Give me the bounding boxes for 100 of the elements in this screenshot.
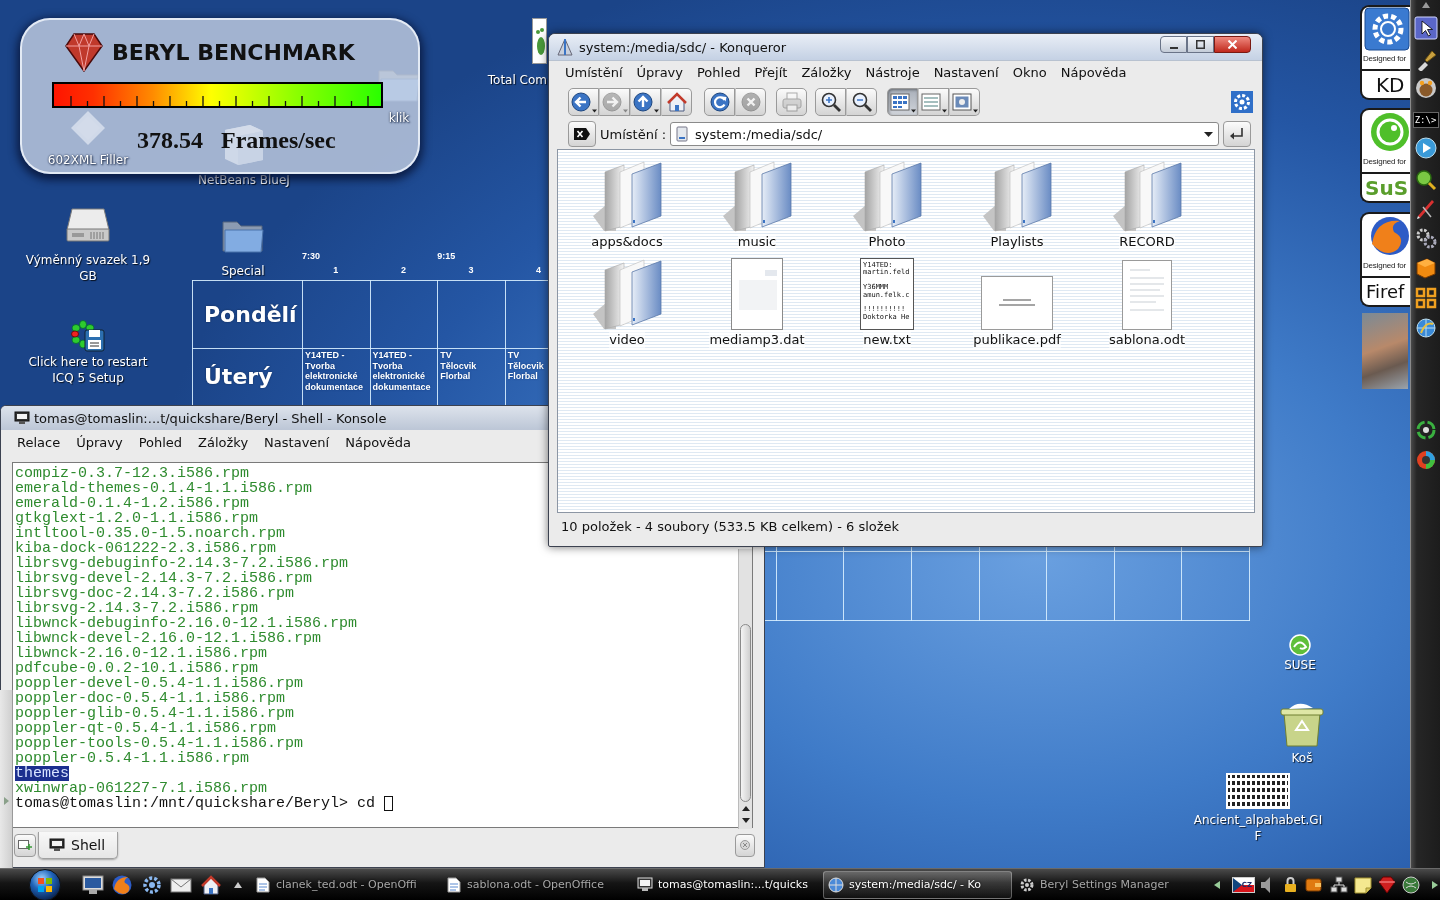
menu-item[interactable]: Relace [9,434,69,452]
menu-item[interactable]: Umístění [558,64,630,82]
menu-item[interactable]: Nástroje [858,64,927,82]
taskbar-button[interactable]: Beryl Settings Manager [1014,870,1203,899]
menu-item[interactable]: Nastavení [926,64,1006,82]
file-label[interactable]: Playlists [990,234,1044,250]
glyph-sheet-thumbnail[interactable] [1226,773,1290,809]
color-wheel-icon[interactable] [1414,449,1437,471]
session-tab[interactable]: Shell [38,831,119,859]
menu-item[interactable]: Okno [1005,64,1054,82]
up-arrow-icon[interactable] [234,881,242,888]
network-icon[interactable] [1330,875,1348,894]
dropdown-arrow-icon[interactable] [1204,131,1213,137]
panel-handle[interactable] [0,690,13,868]
scrollbar[interactable] [738,549,752,829]
taskbar-button[interactable]: sablona.odt - OpenOffice [441,870,630,899]
icon-label[interactable]: Koš [1291,750,1313,766]
zoom-in-button[interactable] [815,88,846,116]
menu-item[interactable]: Nápověda [1053,64,1134,82]
menu-item[interactable]: Přejít [747,64,795,82]
folder-icon[interactable] [592,160,662,232]
drive-icon[interactable] [66,208,110,242]
footprint-icon[interactable] [532,18,547,64]
icon-label[interactable]: Special [221,263,265,279]
pencil-icon[interactable] [1414,197,1437,219]
file-label[interactable]: apps&docs [591,234,663,250]
fox-globe-icon[interactable] [111,873,133,896]
menu-item[interactable]: Úpravy [68,434,131,452]
zoom-out-button[interactable] [846,88,877,116]
dashed-ring-icon[interactable] [1414,419,1437,441]
collapse-arrow-icon[interactable] [1421,2,1430,8]
menu-item[interactable]: Úpravy [629,64,690,82]
gear-icon[interactable] [141,873,163,896]
folder-icon[interactable] [1112,160,1182,232]
globe-icon[interactable] [1414,317,1437,339]
icon-label[interactable]: NetBeans BlueJ [198,172,290,188]
document-icon[interactable] [1122,260,1172,330]
back-button[interactable] [568,88,599,116]
play-icon[interactable] [1414,137,1437,159]
menu-item[interactable]: Záložky [794,64,859,82]
folder-icon[interactable] [982,160,1052,232]
clear-location-button[interactable] [568,121,596,147]
terminal-launcher[interactable]: Z:\> [1412,112,1439,128]
close-button[interactable] [1214,36,1251,53]
wallet-icon[interactable] [1305,875,1322,894]
detail-view-button[interactable] [918,88,949,116]
padlock-icon[interactable] [1283,875,1298,894]
folder-icon[interactable] [852,160,922,232]
file-label[interactable]: Photo [868,234,906,250]
menu-item[interactable]: Nastavení [256,434,338,452]
taskbar-button[interactable]: tomas@tomaslin:...t/quicks [632,870,821,899]
file-label[interactable]: video [609,332,645,348]
right-arrow-icon[interactable] [1432,880,1438,889]
document-icon[interactable] [731,258,783,330]
minimize-button[interactable] [1160,36,1187,53]
file-label[interactable]: mediamp3.dat [709,332,805,348]
icon-label[interactable]: Ancient_alpahabet.GIF [1192,812,1324,844]
taskbar-button[interactable]: system:/media/sdc/ - Ko [823,870,1012,899]
scrollbar-thumb[interactable] [740,624,751,802]
trash-icon[interactable] [1280,701,1324,747]
icon-label[interactable]: Click here to restart ICQ 5 Setup [21,354,155,386]
ruby-icon[interactable] [1378,875,1396,894]
monitor-icon[interactable] [82,873,104,896]
icon-label[interactable]: Total Com [487,72,547,88]
menu-item[interactable]: Pohled [690,64,748,82]
bear-face-icon[interactable] [1414,77,1437,99]
file-label[interactable]: music [737,234,777,250]
icon-view-button[interactable] [887,88,918,116]
file-label[interactable]: publikace.pdf [973,332,1061,348]
magnifier-icon[interactable] [1414,169,1437,191]
house-icon[interactable] [200,873,222,896]
pdf-page-icon[interactable] [981,276,1053,330]
icon-label[interactable]: SUSE [1284,657,1316,673]
file-label[interactable]: sablona.odt [1108,332,1186,348]
preview-button[interactable] [949,88,980,116]
start-button[interactable] [27,868,63,900]
reload-button[interactable] [704,88,735,116]
file-label[interactable]: new.txt [863,332,911,348]
file-label[interactable]: RECORD [1119,234,1175,250]
window-pointer-icon[interactable] [1413,16,1438,40]
tiles-icon[interactable] [1414,287,1437,309]
folder-icon[interactable] [722,160,792,232]
location-field[interactable]: system:/media/sdc/ [670,122,1219,146]
flower-icon[interactable] [71,320,105,352]
go-button[interactable] [1223,121,1251,147]
up-button[interactable] [630,88,661,116]
gear-logo-icon[interactable] [1231,91,1253,113]
menu-item[interactable]: Záložky [190,434,257,452]
new-session-button[interactable] [14,833,36,857]
left-arrow-icon[interactable] [1214,880,1220,889]
sticky-note-icon[interactable] [1354,875,1372,894]
folder-icon[interactable] [592,258,662,330]
swirl-icon[interactable] [1289,634,1311,656]
gears-icon[interactable] [1414,227,1437,249]
maximize-button[interactable] [1187,36,1214,53]
close-session-button[interactable] [735,833,755,857]
menu-item[interactable]: Pohled [130,434,191,452]
home-button[interactable] [661,88,692,116]
taskbar-button[interactable]: clanek_ted.odt - OpenOffi [250,870,439,899]
icon-label[interactable]: Výměnný svazek 1,9 GB [21,252,155,284]
